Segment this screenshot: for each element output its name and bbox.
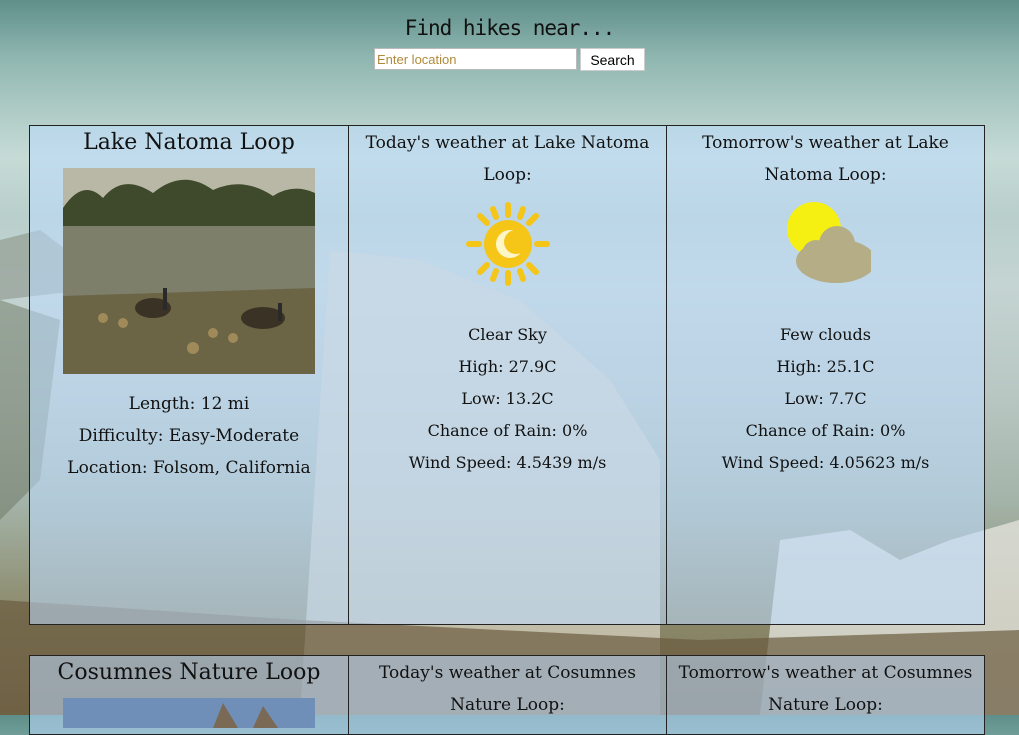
weather-rain: Chance of Rain: 0%: [745, 421, 906, 440]
today-weather-card: Today's weather at Cosumnes Nature Loop:: [349, 655, 667, 735]
trail-row: Lake Natoma Loop Length: 12 mi Difficult…: [29, 125, 985, 625]
trail-info-card: Cosumnes Nature Loop: [29, 655, 349, 735]
trail-length: Length: 12 mi: [128, 394, 250, 414]
weather-title: Tomorrow's weather at Lake Natoma Loop:: [702, 133, 949, 185]
weather-wind: Wind Speed: 4.5439 m/s: [408, 453, 607, 472]
tomorrow-weather-card: Tomorrow's weather at Lake Natoma Loop: …: [667, 125, 985, 625]
trail-info-card: Lake Natoma Loop Length: 12 mi Difficult…: [29, 125, 349, 625]
location-search-input[interactable]: [374, 48, 577, 70]
sun-icon: [465, 202, 550, 286]
trail-photo: [63, 168, 315, 374]
weather-low: Low: 13.2C: [461, 389, 554, 408]
weather-description: Clear Sky: [468, 325, 547, 344]
weather-rain: Chance of Rain: 0%: [427, 421, 588, 440]
search-bar: Search: [374, 48, 645, 71]
sun-cloud-icon: [786, 202, 871, 283]
search-button[interactable]: Search: [580, 48, 645, 71]
weather-title: Today's weather at Cosumnes Nature Loop:: [379, 663, 636, 715]
weather-wind: Wind Speed: 4.05623 m/s: [721, 453, 930, 472]
weather-title: Today's weather at Lake Natoma Loop:: [365, 133, 650, 185]
tomorrow-weather-card: Tomorrow's weather at Cosumnes Nature Lo…: [667, 655, 985, 735]
page-title: Find hikes near...: [404, 16, 616, 40]
weather-high: High: 27.9C: [458, 357, 557, 376]
weather-low: Low: 7.7C: [784, 389, 867, 408]
page-header: Find hikes near...: [0, 16, 1019, 40]
trail-location: Location: Folsom, California: [67, 458, 311, 478]
weather-description: Few clouds: [780, 325, 871, 344]
trail-name: Lake Natoma Loop: [83, 130, 295, 155]
trail-difficulty: Difficulty: Easy-Moderate: [78, 426, 300, 446]
weather-high: High: 25.1C: [776, 357, 875, 376]
trail-name: Cosumnes Nature Loop: [57, 660, 321, 685]
weather-title: Tomorrow's weather at Cosumnes Nature Lo…: [678, 663, 973, 715]
today-weather-card: Today's weather at Lake Natoma Loop: Cle…: [349, 125, 667, 625]
trail-photo: [63, 698, 315, 728]
trail-row: Cosumnes Nature Loop Today's weather at …: [29, 655, 985, 735]
